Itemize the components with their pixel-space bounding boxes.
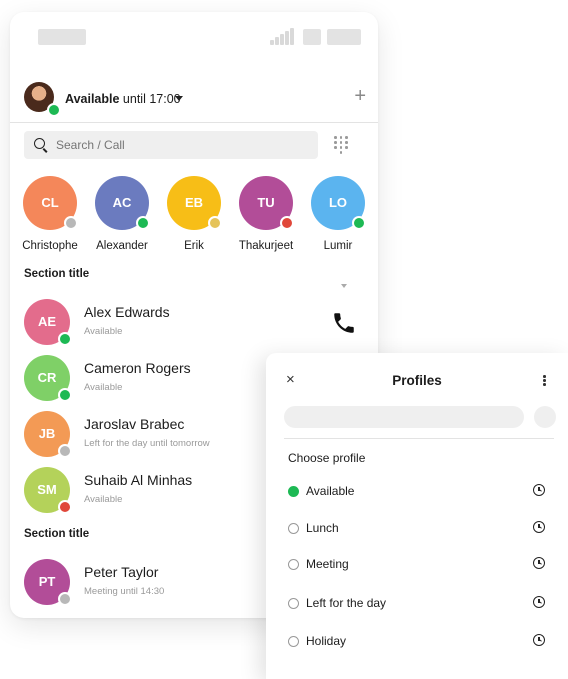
clock-icon[interactable] xyxy=(533,484,545,496)
avatar-initials: TU xyxy=(257,195,275,210)
contact-name: Peter Taylor xyxy=(84,564,159,580)
profile-option-left-for-the-day[interactable]: Left for the day xyxy=(266,594,568,616)
avatar-initials: CL xyxy=(41,195,59,210)
placeholder-circle xyxy=(534,406,556,428)
section-title: Section title xyxy=(24,268,90,280)
choose-profile-label: Choose profile xyxy=(288,451,366,465)
dialpad-icon[interactable] xyxy=(334,136,350,156)
presence-dot xyxy=(136,216,150,230)
avatar: SM xyxy=(24,467,72,514)
presence-dot xyxy=(58,332,72,346)
favorite-contact[interactable]: TU Thakurjeet xyxy=(226,176,306,252)
presence-dot xyxy=(352,216,366,230)
avatar: AC xyxy=(95,176,150,230)
my-status-header: Available until 17:00 + xyxy=(10,72,378,123)
search-input[interactable] xyxy=(56,136,296,154)
contact-status: Available xyxy=(84,494,123,505)
avatar: EB xyxy=(167,176,222,230)
my-status-label: Available xyxy=(65,92,120,106)
presence-dot xyxy=(280,216,294,230)
radio-button[interactable] xyxy=(288,486,299,497)
kebab-menu-icon[interactable] xyxy=(543,375,546,387)
contact-status: Meeting until 14:30 xyxy=(84,586,165,597)
avatar-initials: LO xyxy=(328,195,348,210)
avatar-initials: SM xyxy=(37,482,57,497)
avatar-initials: AC xyxy=(112,195,132,210)
contact-row[interactable]: AE Alex Edwards Available xyxy=(10,299,378,346)
avatar-initials: AE xyxy=(37,314,57,329)
search-icon xyxy=(34,138,45,149)
avatar: TU xyxy=(239,176,294,230)
my-status-selector[interactable]: Available until 17:00 xyxy=(65,92,181,106)
profile-option-label: Meeting xyxy=(306,557,349,571)
clock-icon[interactable] xyxy=(533,634,545,646)
favorite-name: Thakurjeet xyxy=(238,240,294,252)
favorite-contact[interactable]: LO Lumir xyxy=(298,176,378,252)
contact-status: Left for the day until tomorrow xyxy=(84,438,210,449)
avatar: PT xyxy=(24,559,72,606)
profiles-panel: × Profiles Choose profile Available Lunc… xyxy=(266,353,568,679)
favorite-contact[interactable]: CL Christophe xyxy=(10,176,90,252)
profile-option-meeting[interactable]: Meeting xyxy=(266,555,568,577)
radio-button[interactable] xyxy=(288,559,299,570)
presence-dot xyxy=(208,216,222,230)
status-bar xyxy=(10,12,378,62)
divider xyxy=(284,438,554,439)
avatar-initials: EB xyxy=(184,195,204,210)
avatar: JB xyxy=(24,411,72,458)
profile-option-available[interactable]: Available xyxy=(266,482,568,504)
my-presence-dot xyxy=(47,103,61,117)
clock-icon[interactable] xyxy=(533,596,545,608)
contact-name: Cameron Rogers xyxy=(84,360,191,376)
avatar-initials: CR xyxy=(37,370,57,385)
profile-option-label: Available xyxy=(306,484,355,498)
favorite-name: Lumir xyxy=(323,240,353,252)
presence-dot xyxy=(58,444,72,458)
phone-icon[interactable] xyxy=(331,310,357,336)
placeholder-bar xyxy=(284,406,524,428)
profile-option-holiday[interactable]: Holiday xyxy=(266,632,568,654)
panel-title: Profiles xyxy=(392,373,442,388)
favorite-name: Alexander xyxy=(96,240,148,252)
presence-dot xyxy=(58,592,72,606)
presence-dot xyxy=(58,388,72,402)
profile-option-label: Holiday xyxy=(306,634,347,648)
radio-button[interactable] xyxy=(288,523,299,534)
contact-status: Available xyxy=(84,326,123,337)
profile-option-lunch[interactable]: Lunch xyxy=(266,519,568,541)
clock-icon[interactable] xyxy=(533,521,545,533)
chevron-down-icon[interactable] xyxy=(175,96,183,101)
favorite-name: Erik xyxy=(184,240,204,252)
avatar: AE xyxy=(24,299,72,346)
clock-icon[interactable] xyxy=(533,557,545,569)
wifi-placeholder xyxy=(303,29,321,45)
favorite-contact[interactable]: AC Alexander xyxy=(82,176,162,252)
contact-name: Alex Edwards xyxy=(84,304,170,320)
search-bar[interactable] xyxy=(24,131,318,159)
favorite-contact[interactable]: EB Erik xyxy=(154,176,234,252)
section-title: Section title xyxy=(24,528,90,540)
my-status-until: until 17:00 xyxy=(119,92,181,106)
favorite-name: Christophe xyxy=(22,240,78,252)
chevron-down-icon[interactable] xyxy=(341,284,347,288)
avatar-initials: PT xyxy=(38,574,56,589)
contact-name: Suhaib Al Minhas xyxy=(84,472,193,488)
presence-dot xyxy=(58,500,72,514)
avatar: CR xyxy=(24,355,72,402)
radio-button[interactable] xyxy=(288,598,299,609)
plus-icon[interactable]: + xyxy=(354,86,366,106)
contact-name: Jaroslav Brabec xyxy=(84,416,185,432)
profile-option-label: Lunch xyxy=(306,521,339,535)
avatar: LO xyxy=(311,176,366,230)
contact-status: Available xyxy=(84,382,123,393)
battery-placeholder xyxy=(327,29,361,45)
profile-option-label: Left for the day xyxy=(306,596,387,610)
time-placeholder xyxy=(38,29,86,45)
avatar: CL xyxy=(23,176,78,230)
avatar-initials: JB xyxy=(38,426,56,441)
radio-button[interactable] xyxy=(288,636,299,647)
presence-dot xyxy=(64,216,78,230)
